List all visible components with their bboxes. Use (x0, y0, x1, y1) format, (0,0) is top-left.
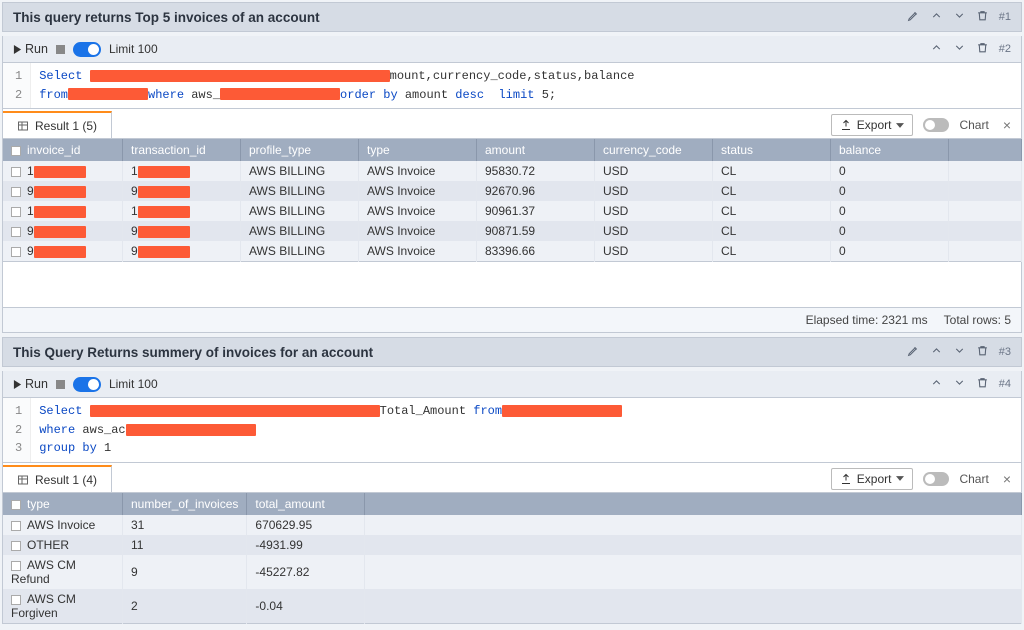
table-row[interactable]: 99AWS BILLINGAWS Invoice83396.66USDCL0 (3, 241, 1022, 262)
chevron-up-icon[interactable] (930, 41, 943, 57)
result-tab[interactable]: Result 1 (4) (3, 465, 112, 492)
chevron-up-icon[interactable] (930, 376, 943, 392)
line-gutter: 12 (3, 63, 31, 108)
table-row[interactable]: 11AWS BILLINGAWS Invoice90961.37USDCL0 (3, 201, 1022, 221)
cell-number: #1 (999, 11, 1011, 23)
sql-editor[interactable]: 12 Select mount,currency_code,status,bal… (2, 63, 1022, 109)
result-table: type number_of_invoices total_amount AWS… (2, 493, 1022, 624)
checkbox[interactable] (11, 167, 21, 177)
run-bar: Run Limit 100 #2 (2, 36, 1022, 63)
redaction (34, 246, 86, 258)
chevron-down-icon[interactable] (953, 344, 966, 360)
cell-header: This Query Returns summery of invoices f… (2, 337, 1022, 367)
checkbox[interactable] (11, 146, 21, 156)
chart-toggle[interactable] (923, 118, 949, 132)
run-button[interactable]: Run (13, 377, 48, 391)
run-button[interactable]: Run (13, 42, 48, 56)
redaction (138, 206, 190, 218)
status-bar: Elapsed time: 2321 msTotal rows: 5 (2, 308, 1022, 333)
chevron-up-icon[interactable] (930, 9, 943, 25)
chevron-down-icon[interactable] (953, 9, 966, 25)
chevron-up-icon[interactable] (930, 344, 943, 360)
redaction (34, 206, 86, 218)
chart-label: Chart (959, 472, 988, 486)
table-row[interactable]: 11AWS BILLINGAWS Invoice95830.72USDCL0 (3, 161, 1022, 181)
limit-label: Limit 100 (109, 42, 158, 56)
checkbox[interactable] (11, 227, 21, 237)
result-tab[interactable]: Result 1 (5) (3, 111, 112, 138)
redaction (220, 88, 340, 100)
stop-button[interactable] (56, 45, 65, 54)
sql-editor[interactable]: 123 Select Total_Amount from where aws_a… (2, 398, 1022, 463)
table-row[interactable]: 99AWS BILLINGAWS Invoice90871.59USDCL0 (3, 221, 1022, 241)
checkbox[interactable] (11, 500, 21, 510)
table-row[interactable]: OTHER11-4931.99 (3, 535, 1022, 555)
run-bar: Run Limit 100 #4 (2, 371, 1022, 398)
export-button[interactable]: Export (831, 114, 914, 136)
export-button[interactable]: Export (831, 468, 914, 490)
redaction (90, 70, 390, 82)
checkbox[interactable] (11, 521, 21, 531)
close-icon[interactable]: × (999, 117, 1015, 133)
cell-header: This query returns Top 5 invoices of an … (2, 2, 1022, 32)
redaction (90, 405, 380, 417)
table-padding (2, 262, 1022, 308)
checkbox[interactable] (11, 207, 21, 217)
edit-icon[interactable] (907, 9, 920, 25)
checkbox[interactable] (11, 187, 21, 197)
redaction (34, 166, 86, 178)
redaction (502, 405, 622, 417)
limit-label: Limit 100 (109, 377, 158, 391)
limit-toggle[interactable] (73, 377, 101, 392)
checkbox[interactable] (11, 595, 21, 605)
chevron-down-icon[interactable] (953, 41, 966, 57)
cell-number: #2 (999, 43, 1011, 55)
table-row[interactable]: AWS CM Refund9-45227.82 (3, 555, 1022, 589)
redaction (34, 186, 86, 198)
caret-down-icon (896, 476, 904, 481)
cell-title: This query returns Top 5 invoices of an … (13, 10, 320, 25)
sql-code[interactable]: Select Total_Amount from where aws_ac gr… (31, 398, 1021, 462)
redaction (138, 226, 190, 238)
line-gutter: 123 (3, 398, 31, 462)
chart-toggle[interactable] (923, 472, 949, 486)
table-row[interactable]: AWS CM Forgiven2-0.04 (3, 589, 1022, 624)
trash-icon[interactable] (976, 9, 989, 25)
table-row[interactable]: AWS Invoice31670629.95 (3, 515, 1022, 535)
edit-icon[interactable] (907, 344, 920, 360)
upload-icon (840, 119, 852, 131)
play-icon (13, 45, 22, 54)
play-icon (13, 380, 22, 389)
chart-label: Chart (959, 118, 988, 132)
trash-icon[interactable] (976, 376, 989, 392)
redaction (34, 226, 86, 238)
upload-icon (840, 473, 852, 485)
redaction (126, 424, 256, 436)
caret-down-icon (896, 123, 904, 128)
table-icon (17, 120, 29, 132)
table-row[interactable]: 99AWS BILLINGAWS Invoice92670.96USDCL0 (3, 181, 1022, 201)
cell-number: #3 (999, 346, 1011, 358)
cell-title: This Query Returns summery of invoices f… (13, 345, 373, 360)
stop-button[interactable] (56, 380, 65, 389)
redaction (138, 166, 190, 178)
cell-number: #4 (999, 378, 1011, 390)
close-icon[interactable]: × (999, 471, 1015, 487)
trash-icon[interactable] (976, 344, 989, 360)
sql-code[interactable]: Select mount,currency_code,status,balanc… (31, 63, 1021, 108)
result-tabs: Result 1 (4) Export Chart × (2, 463, 1022, 493)
checkbox[interactable] (11, 247, 21, 257)
result-tabs: Result 1 (5) Export Chart × (2, 109, 1022, 139)
result-table: invoice_id transaction_id profile_type t… (2, 139, 1022, 262)
checkbox[interactable] (11, 561, 21, 571)
trash-icon[interactable] (976, 41, 989, 57)
redaction (138, 186, 190, 198)
limit-toggle[interactable] (73, 42, 101, 57)
chevron-down-icon[interactable] (953, 376, 966, 392)
redaction (68, 88, 148, 100)
table-icon (17, 474, 29, 486)
redaction (138, 246, 190, 258)
